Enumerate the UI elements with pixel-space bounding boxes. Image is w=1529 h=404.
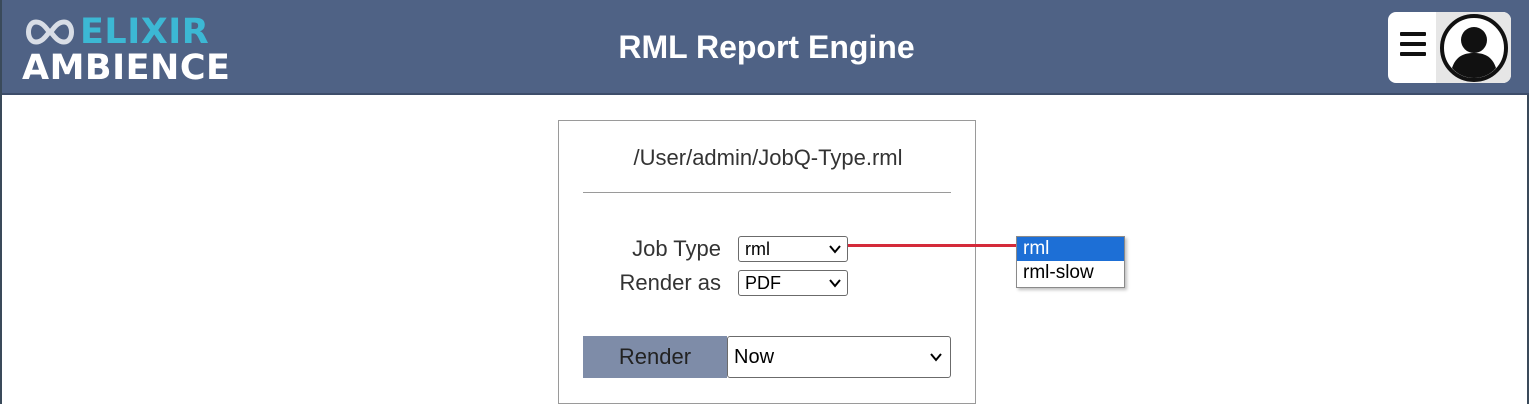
user-avatar-icon: [1440, 14, 1508, 82]
render-button[interactable]: Render: [583, 336, 727, 378]
page-title: RML Report Engine: [618, 29, 915, 65]
chevron-down-icon: [930, 353, 942, 362]
dropdown-option-rml-slow[interactable]: rml-slow: [1017, 261, 1124, 285]
chevron-down-icon: [829, 245, 841, 254]
dropdown-connector-line: [848, 244, 1016, 247]
report-form-panel: /User/admin/JobQ-Type.rml Job Type rml R…: [558, 120, 976, 404]
job-type-dropdown-list: rml rml-slow: [1016, 236, 1125, 288]
chevron-down-icon: [829, 279, 841, 288]
app-window: ELIXIR AMBIENCE RML Report Engine /User/…: [0, 0, 1529, 404]
job-type-select[interactable]: rml: [738, 236, 848, 262]
avatar-button[interactable]: [1436, 12, 1511, 83]
render-as-label: Render as: [619, 270, 721, 295]
infinity-loop-logo-icon: [26, 19, 74, 45]
job-type-label: Job Type: [632, 236, 721, 261]
render-as-value: PDF: [745, 273, 781, 293]
hamburger-menu-icon[interactable]: [1400, 32, 1426, 62]
render-as-select[interactable]: PDF: [738, 270, 848, 296]
logo-text-elixir: ELIXIR: [80, 12, 210, 52]
divider: [583, 192, 951, 193]
dropdown-option-rml[interactable]: rml: [1017, 237, 1124, 261]
job-type-value: rml: [745, 239, 770, 259]
user-menu: [1388, 12, 1511, 83]
top-header: ELIXIR AMBIENCE RML Report Engine: [2, 0, 1529, 95]
schedule-value: Now: [734, 346, 775, 368]
report-file-path: /User/admin/JobQ-Type.rml: [633, 145, 903, 170]
schedule-select[interactable]: Now: [727, 336, 951, 378]
elixir-ambience-logo[interactable]: ELIXIR AMBIENCE: [22, 12, 231, 88]
logo-text-ambience: AMBIENCE: [22, 48, 231, 88]
